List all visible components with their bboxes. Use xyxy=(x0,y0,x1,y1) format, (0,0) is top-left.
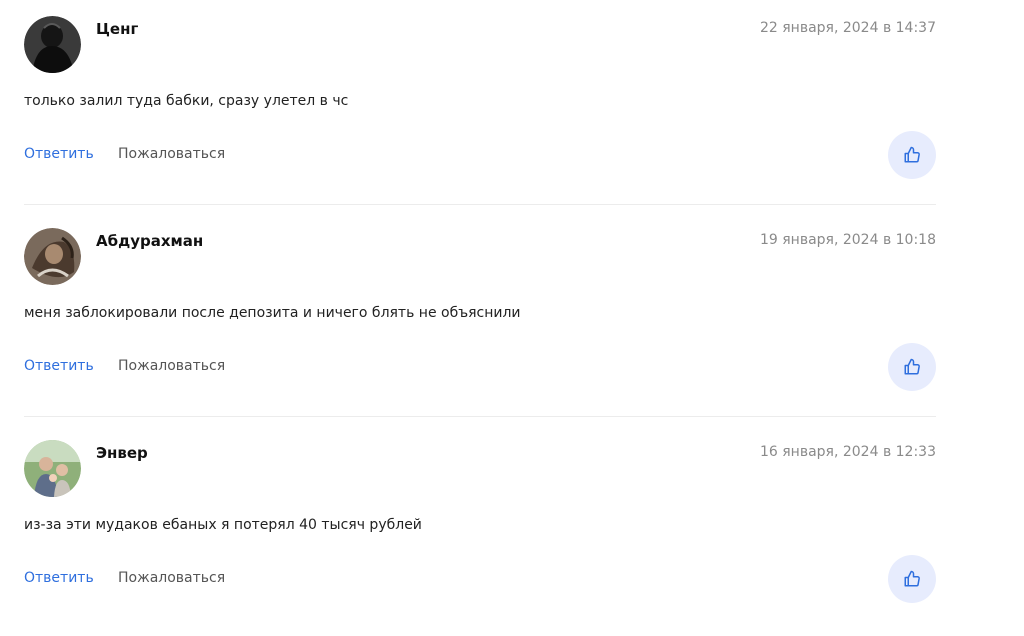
comment-text: меня заблокировали после депозита и ниче… xyxy=(24,305,521,321)
thumbs-up-icon xyxy=(904,146,920,163)
comment-date: 19 января, 2024 в 10:18 xyxy=(759,232,936,248)
divider xyxy=(24,416,936,417)
comment-item: Энвер 16 января, 2024 в 12:33 из-за эти … xyxy=(0,424,1024,636)
reply-button[interactable]: Ответить xyxy=(24,570,94,586)
report-button[interactable]: Пожаловаться xyxy=(118,146,225,162)
like-button[interactable] xyxy=(888,131,936,179)
comment-item: Абдурахман 19 января, 2024 в 10:18 меня … xyxy=(0,212,1024,424)
like-button[interactable] xyxy=(888,555,936,603)
reply-button[interactable]: Ответить xyxy=(24,146,94,162)
comment-text: из-за эти мудаков ебаных я потерял 40 ты… xyxy=(24,517,422,533)
avatar[interactable] xyxy=(24,16,81,73)
reply-button[interactable]: Ответить xyxy=(24,358,94,374)
comment-date: 16 января, 2024 в 12:33 xyxy=(759,444,936,460)
comment-author[interactable]: Абдурахман xyxy=(96,232,203,250)
comment-text: только залил туда бабки, сразу улетел в … xyxy=(24,93,349,109)
comment-item: Ценг 22 января, 2024 в 14:37 только зали… xyxy=(0,0,1024,212)
comment-date: 22 января, 2024 в 14:37 xyxy=(759,20,936,36)
comment-author[interactable]: Ценг xyxy=(96,20,138,38)
comments-feed: Ценг 22 января, 2024 в 14:37 только зали… xyxy=(0,0,1024,603)
report-button[interactable]: Пожаловаться xyxy=(118,358,225,374)
comment-author[interactable]: Энвер xyxy=(96,444,148,462)
thumbs-up-icon xyxy=(904,358,920,375)
report-button[interactable]: Пожаловаться xyxy=(118,570,225,586)
avatar[interactable] xyxy=(24,440,81,497)
thumbs-up-icon xyxy=(904,570,920,587)
divider xyxy=(24,204,936,205)
avatar[interactable] xyxy=(24,228,81,285)
like-button[interactable] xyxy=(888,343,936,391)
